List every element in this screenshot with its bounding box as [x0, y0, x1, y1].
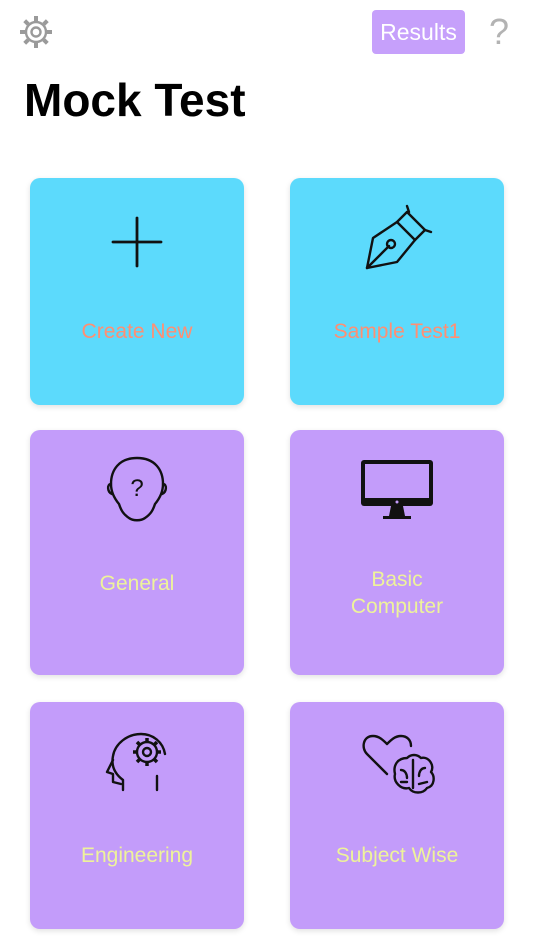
- plus-icon: [97, 202, 177, 282]
- tile-create-new[interactable]: Create New: [30, 178, 244, 405]
- results-button[interactable]: Results: [372, 10, 465, 54]
- monitor-icon: [357, 450, 437, 530]
- svg-text:?: ?: [130, 475, 143, 502]
- top-bar: Results ?: [0, 0, 534, 64]
- page-title: Mock Test: [24, 74, 246, 126]
- tile-label: Engineering: [80, 844, 194, 867]
- tile-basic-computer[interactable]: Basic Computer: [290, 430, 504, 675]
- head-question-icon: ?: [97, 450, 177, 530]
- tile-label: Basic Computer: [290, 566, 504, 620]
- tile-label: Create New: [81, 320, 193, 343]
- tile-label: Subject Wise: [335, 844, 459, 867]
- heart-brain-icon: [357, 724, 437, 804]
- tile-label-line: Basic: [371, 568, 423, 591]
- gear-icon: [18, 16, 54, 54]
- tile-general[interactable]: ? General: [30, 430, 244, 675]
- tile-label: General: [99, 572, 175, 595]
- tile-sample-test1[interactable]: Sample Test1: [290, 178, 504, 405]
- settings-button[interactable]: [18, 14, 54, 50]
- help-button[interactable]: ?: [482, 8, 516, 56]
- tile-label: Sample Test1: [333, 320, 461, 343]
- tile-label-line: Computer: [350, 595, 444, 618]
- head-gear-icon: [97, 724, 177, 804]
- pen-nib-icon: [357, 198, 437, 278]
- tile-engineering[interactable]: Engineering: [30, 702, 244, 929]
- tile-subject-wise[interactable]: Subject Wise: [290, 702, 504, 929]
